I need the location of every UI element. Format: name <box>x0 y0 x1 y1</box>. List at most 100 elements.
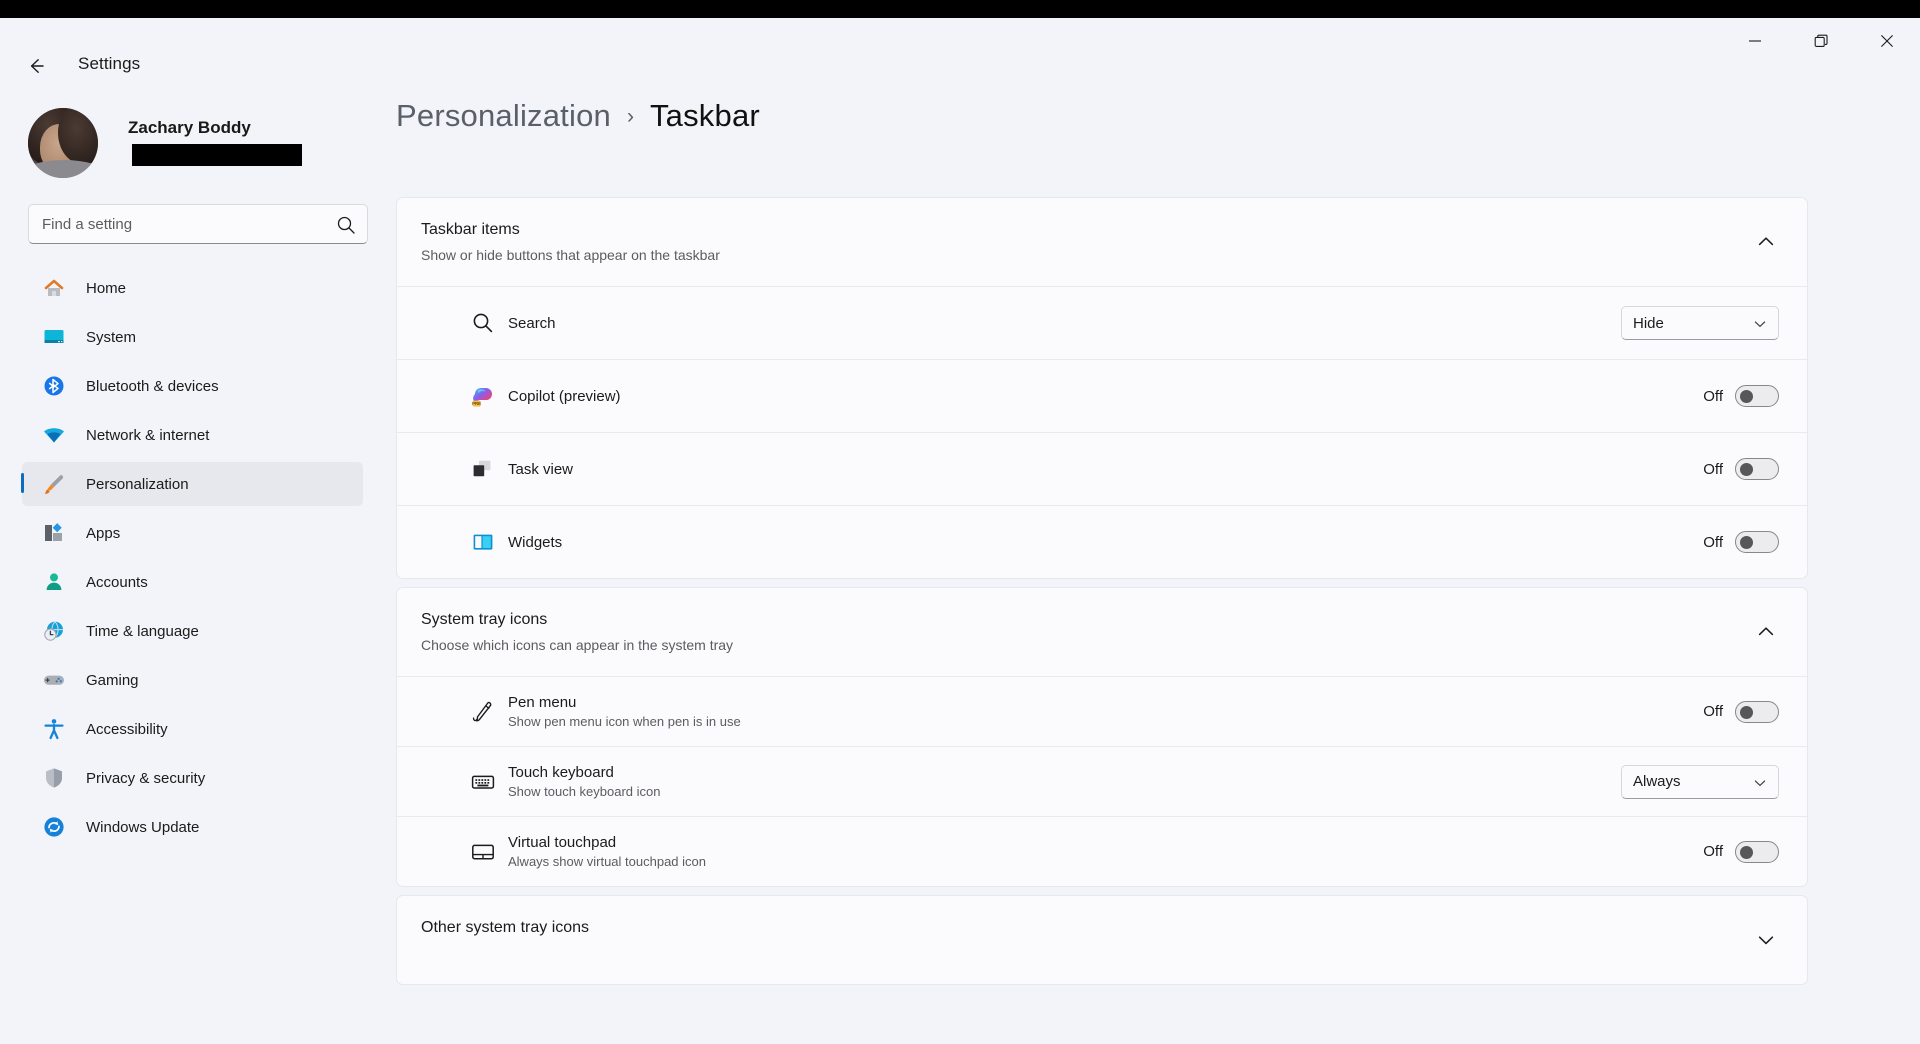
sidebar-item-apps[interactable]: Apps <box>22 511 363 555</box>
sidebar-item-windows-update[interactable]: Windows Update <box>22 805 363 849</box>
setting-label: Copilot (preview) <box>508 387 621 405</box>
apps-icon <box>42 521 66 545</box>
card-title: Other system tray icons <box>421 919 590 936</box>
sidebar-item-accounts[interactable]: Accounts <box>22 560 363 604</box>
settings-window: Settings Zachary Boddy Find a setting Ho… <box>0 18 1920 1044</box>
setting-row[interactable]: Virtual touchpad Always show virtual touc… <box>397 816 1807 886</box>
card-header-taskbar-items[interactable]: Taskbar items Show or hide buttons that a… <box>397 198 1807 286</box>
toggle-state-label: Off <box>1703 703 1723 720</box>
dropdown-value: Always <box>1633 773 1681 790</box>
breadcrumb-parent[interactable]: Personalization <box>396 98 611 134</box>
toggle-switch[interactable] <box>1735 700 1779 723</box>
toggle-state-label: Off <box>1703 843 1723 860</box>
dropdown-chevron-icon <box>1753 317 1767 331</box>
card-collapse-toggle[interactable] <box>1755 929 1777 951</box>
paintbrush-icon <box>42 472 66 496</box>
setting-control: Off <box>1703 700 1779 723</box>
profile-name: Zachary Boddy <box>128 118 251 137</box>
page-title: Taskbar <box>649 98 760 133</box>
breadcrumb-separator-icon: › <box>626 105 634 128</box>
dropdown-select[interactable]: Always <box>1621 764 1779 799</box>
sidebar-item-personalization[interactable]: Personalization <box>21 462 363 506</box>
setting-control: Always <box>1621 764 1779 799</box>
sidebar-item-label: Time & language <box>86 622 199 640</box>
chevron-down-icon <box>1753 317 1767 331</box>
sidebar-item-network-internet[interactable]: Network & internet <box>22 413 363 457</box>
setting-row-text: Widgets <box>508 534 562 551</box>
setting-row[interactable]: Search Hide <box>397 286 1807 359</box>
card-system-tray-icons: System tray icons Choose which icons can … <box>396 587 1808 887</box>
search-input[interactable] <box>42 205 322 243</box>
card-subtitle: Choose which icons can appear in the sys… <box>421 637 734 653</box>
sidebar-item-label: Network & internet <box>86 426 210 444</box>
setting-control: Off <box>1703 531 1779 553</box>
sidebar-item-accessibility[interactable]: Accessibility <box>22 707 363 751</box>
sidebar-item-label: Gaming <box>86 671 139 689</box>
sidebar-item-bluetooth-devices[interactable]: Bluetooth & devices <box>22 364 363 408</box>
card-collapse-toggle[interactable] <box>1755 231 1777 253</box>
search-icon[interactable] <box>335 214 357 236</box>
toggle-knob <box>1740 536 1753 549</box>
update-icon <box>42 815 66 839</box>
minimize-button[interactable] <box>1722 18 1788 64</box>
sidebar: Zachary Boddy Home System Bluetooth & devi… <box>0 76 396 1044</box>
maximize-button[interactable] <box>1788 18 1854 64</box>
search-box[interactable] <box>28 204 368 244</box>
widgets-icon <box>470 529 496 555</box>
chevron-up-icon <box>1755 231 1777 253</box>
card-title: System tray icons <box>421 611 548 628</box>
setting-row[interactable]: Task view Off <box>397 432 1807 505</box>
card-header-other-system-tray-icons[interactable]: Other system tray icons <box>397 896 1807 984</box>
profile-email-redaction <box>132 144 302 166</box>
toggle-switch[interactable] <box>1735 531 1779 553</box>
svg-text:PRE: PRE <box>472 401 481 406</box>
dropdown-chevron-icon <box>1753 776 1767 790</box>
setting-description: Always show virtual touchpad icon <box>508 854 706 869</box>
setting-label: Virtual touchpad <box>508 834 617 851</box>
setting-row-text: Task view <box>508 461 573 478</box>
card-header-system-tray-icons[interactable]: System tray icons Choose which icons can … <box>397 588 1807 676</box>
toggle-knob <box>1740 845 1753 859</box>
dropdown-value: Hide <box>1633 314 1664 332</box>
gamepad-icon <box>42 668 66 692</box>
toggle-knob <box>1740 463 1753 476</box>
setting-row-text: Touch keyboard Show touch keyboard icon <box>508 764 660 799</box>
setting-row-text: Pen menu Show pen menu icon when pen is i… <box>508 694 741 729</box>
card-collapse-toggle[interactable] <box>1755 621 1777 643</box>
toggle-switch[interactable] <box>1735 458 1779 480</box>
toggle-state-label: Off <box>1703 533 1723 551</box>
setting-row[interactable]: Touch keyboard Show touch keyboard icon Al… <box>397 746 1807 816</box>
window-title: Settings <box>78 54 141 73</box>
close-button[interactable] <box>1854 18 1920 64</box>
title-bar: Settings <box>0 18 1920 76</box>
setting-control: Off <box>1703 458 1779 480</box>
sidebar-item-label: Apps <box>86 524 121 542</box>
window-controls <box>1722 18 1920 76</box>
sidebar-item-system[interactable]: System <box>22 315 363 359</box>
profile-block[interactable]: Zachary Boddy <box>28 104 368 188</box>
sidebar-item-time-language[interactable]: Time & language <box>22 609 363 653</box>
globe-clock-icon <box>42 619 66 643</box>
sidebar-item-home[interactable]: Home <box>22 266 363 310</box>
setting-row[interactable]: Pen menu Show pen menu icon when pen is i… <box>397 676 1807 746</box>
card-title: Taskbar items <box>421 221 520 238</box>
chevron-up-icon <box>1755 621 1777 643</box>
sidebar-item-privacy-security[interactable]: Privacy & security <box>22 756 363 800</box>
search-icon <box>470 310 496 336</box>
setting-label: Widgets <box>508 533 563 551</box>
sidebar-item-label: Accessibility <box>86 720 168 738</box>
settings-cards: Taskbar items Show or hide buttons that a… <box>396 197 1808 993</box>
setting-description: Show pen menu icon when pen is in use <box>508 714 741 729</box>
setting-row[interactable]: PRE Copilot (preview) Off <box>397 359 1807 432</box>
setting-row-text: Copilot (preview) <box>508 388 621 405</box>
setting-row[interactable]: Widgets Off <box>397 505 1807 578</box>
sidebar-item-gaming[interactable]: Gaming <box>22 658 363 702</box>
sidebar-item-label: Accounts <box>86 573 148 591</box>
toggle-switch[interactable] <box>1735 840 1779 863</box>
dropdown-select[interactable]: Hide <box>1621 306 1779 340</box>
sidebar-item-label: Personalization <box>86 475 189 493</box>
touchpad-icon <box>470 839 496 865</box>
sidebar-nav: Home System Bluetooth & devices Network & i… <box>21 266 374 854</box>
toggle-switch[interactable] <box>1735 385 1779 407</box>
toggle-state-label: Off <box>1703 387 1723 405</box>
